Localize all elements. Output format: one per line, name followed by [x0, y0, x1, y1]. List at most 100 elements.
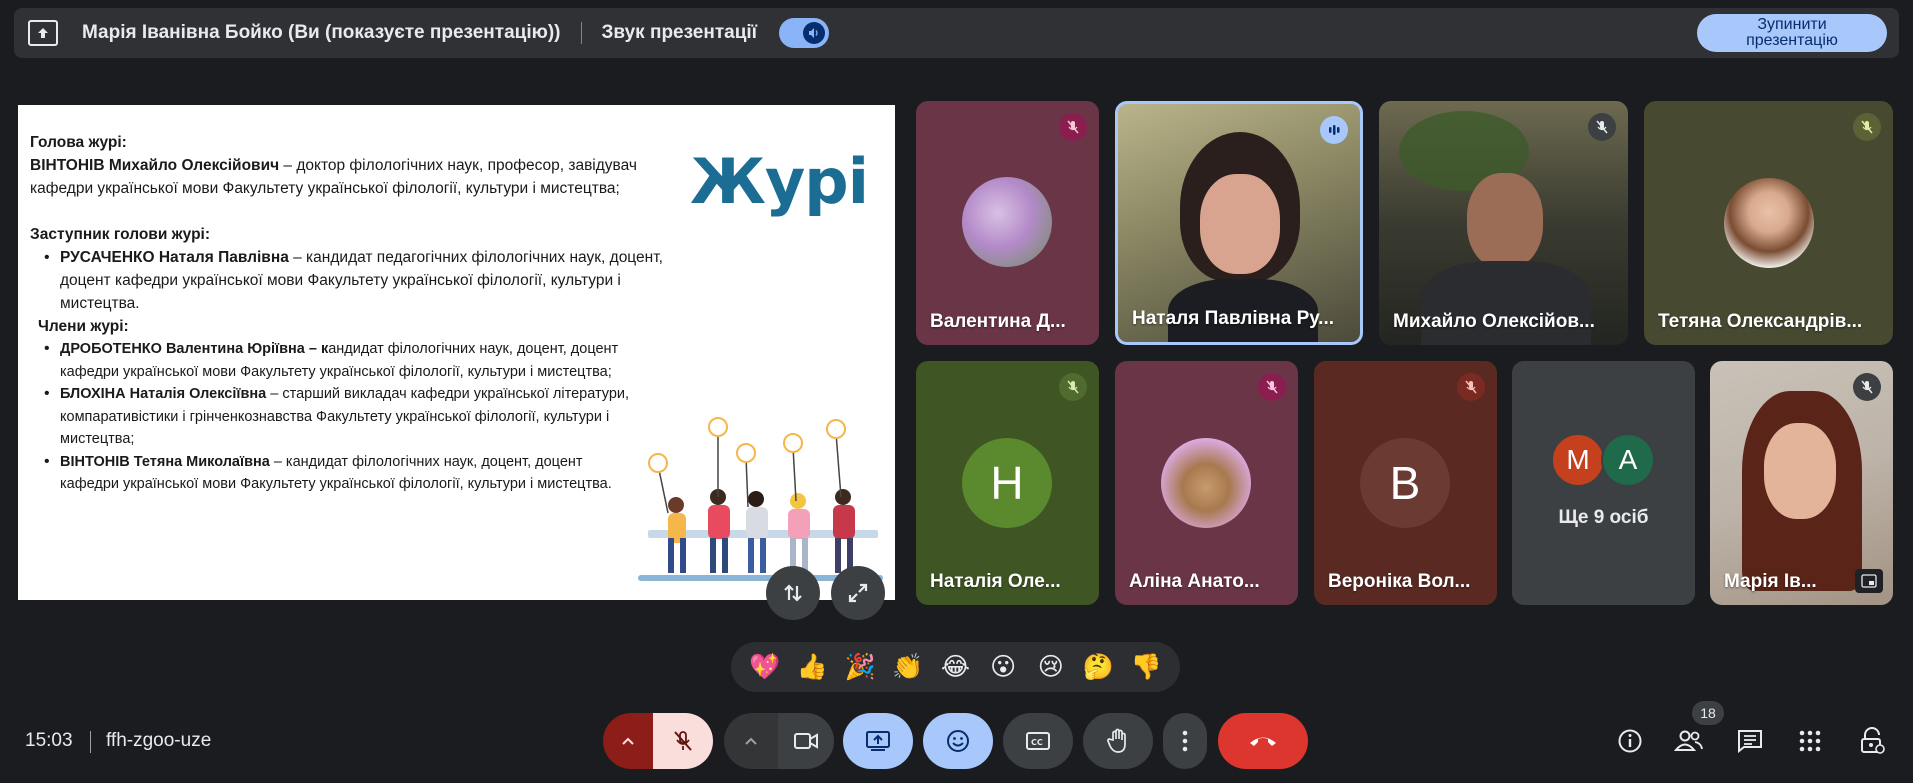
mic-off-icon	[1457, 373, 1485, 401]
member-name: ВІНТОНІВ Тетяна Миколаївна	[60, 453, 270, 470]
audio-options-button[interactable]	[603, 713, 653, 769]
meeting-code: ffh-zgoo-uze	[106, 730, 212, 751]
avatar	[962, 177, 1052, 267]
reaction-thinking[interactable]: 🤔	[1080, 653, 1116, 682]
divider	[90, 731, 91, 753]
participant-name: Наталія Оле...	[930, 571, 1061, 592]
avatar: М	[1551, 433, 1605, 487]
reaction-thumbs-down[interactable]: 👎	[1128, 653, 1164, 682]
reaction-party[interactable]: 🎉	[842, 653, 878, 682]
camera-icon	[794, 733, 818, 749]
member-name: БЛОХІНА Наталія Олексіївна	[60, 386, 267, 402]
captions-icon: CC	[1026, 732, 1050, 750]
leave-call-button[interactable]	[1218, 713, 1308, 769]
info-icon	[1618, 729, 1642, 753]
jury-illustration	[638, 417, 883, 581]
participant-tile[interactable]: Михайло Олексійов...	[1379, 101, 1628, 345]
reaction-surprised[interactable]: 😮	[985, 652, 1021, 682]
participant-tile[interactable]: Тетяна Олександрів...	[1644, 101, 1893, 345]
captions-button[interactable]: CC	[1003, 713, 1073, 769]
avatar: В	[1360, 438, 1450, 528]
deputy-item: РУСАЧЕНКО Наталя Павлівна – кандидат пед…	[30, 246, 670, 315]
audio-wave-icon	[1320, 116, 1348, 144]
presenter-name: Марія Іванівна Бойко (Ви (показуєте през…	[82, 22, 561, 43]
svg-text:CC: CC	[1031, 738, 1043, 747]
participant-tile[interactable]: Н Наталія Оле...	[916, 361, 1099, 605]
meeting-time: 15:03	[25, 730, 73, 751]
people-button[interactable]	[1672, 724, 1706, 758]
participant-tile[interactable]: Аліна Анато...	[1115, 361, 1298, 605]
deputy-label: Заступник голови журі:	[30, 226, 211, 243]
participant-tile-self[interactable]: Марія Ів...	[1710, 361, 1893, 605]
participant-name: Наталя Павлівна Ру...	[1132, 308, 1335, 329]
participants-count-badge: 18	[1692, 701, 1724, 725]
reactions-bar: 💖 👍 🎉 👏 😂 😮 😢 🤔 👎	[731, 642, 1180, 692]
reaction-sad[interactable]: 😢	[1033, 652, 1069, 682]
meeting-details-button[interactable]	[1613, 724, 1647, 758]
slide-body: Голова журі: ВІНТОНІВ Михайло Олексійови…	[30, 131, 670, 496]
video-face	[1200, 174, 1280, 274]
raise-hand-button[interactable]	[1083, 713, 1153, 769]
presentation-sound-label: Звук презентації	[601, 22, 758, 43]
reactions-button[interactable]	[923, 713, 993, 769]
swap-icon	[784, 584, 802, 602]
swap-layout-button[interactable]	[766, 566, 820, 620]
reaction-sparkling-heart[interactable]: 💖	[747, 653, 783, 682]
fullscreen-button[interactable]	[831, 566, 885, 620]
mic-off-icon	[674, 731, 692, 751]
camera-toggle-button[interactable]	[778, 713, 834, 769]
more-vert-icon	[1182, 730, 1188, 752]
head-label: Голова журі:	[30, 134, 127, 151]
members-label: Члени журі:	[38, 318, 129, 335]
chat-icon	[1738, 730, 1762, 753]
volume-icon	[803, 22, 826, 44]
divider	[580, 22, 582, 44]
participant-tile[interactable]: Валентина Д...	[916, 101, 1099, 345]
participant-name: Тетяна Олександрів...	[1658, 311, 1863, 332]
participant-name: Михайло Олексійов...	[1393, 311, 1595, 332]
emoji-icon	[947, 730, 969, 752]
activities-button[interactable]	[1793, 724, 1827, 758]
mic-toggle-button[interactable]	[653, 713, 713, 769]
stop-presenting-button[interactable]: Зупинити презентацію	[1697, 14, 1887, 52]
avatar	[1161, 438, 1251, 528]
presentation-slide: Голова журі: ВІНТОНІВ Михайло Олексійови…	[18, 105, 895, 600]
participant-tile[interactable]: В Вероніка Вол...	[1314, 361, 1497, 605]
more-options-button[interactable]	[1163, 713, 1207, 769]
reaction-clap[interactable]: 👏	[890, 653, 926, 682]
people-icon	[1674, 730, 1703, 751]
present-to-all-icon	[28, 20, 58, 46]
participant-name: Марія Ів...	[1724, 571, 1817, 592]
mic-off-icon	[1059, 113, 1087, 141]
member-name: ДРОБОТЕНКО Валентина Юріївна – к	[60, 341, 329, 357]
apps-icon	[1799, 730, 1821, 752]
present-icon	[866, 731, 890, 751]
mic-off-icon	[1853, 373, 1881, 401]
avatar	[1724, 178, 1814, 268]
picture-in-picture-icon[interactable]	[1855, 569, 1883, 593]
participant-name: Аліна Анато...	[1129, 571, 1260, 592]
mic-off-icon	[1853, 113, 1881, 141]
mic-off-icon	[1059, 373, 1087, 401]
chat-button[interactable]	[1733, 724, 1767, 758]
participant-name: Вероніка Вол...	[1328, 571, 1471, 592]
chevron-up-icon	[745, 737, 757, 745]
avatar: Н	[962, 438, 1052, 528]
reaction-laugh[interactable]: 😂	[937, 652, 973, 682]
video-options-button[interactable]	[724, 713, 778, 769]
host-controls-button[interactable]	[1855, 724, 1889, 758]
end-call-icon	[1250, 737, 1276, 746]
member-item: ДРОБОТЕНКО Валентина Юріївна – кандидат …	[30, 338, 660, 383]
others-tile[interactable]: М А Ще 9 осіб	[1512, 361, 1695, 605]
head-name: ВІНТОНІВ Михайло Олексійович	[30, 157, 280, 174]
presentation-sound-toggle[interactable]	[779, 18, 830, 48]
mic-off-icon	[1588, 113, 1616, 141]
host-controls-icon	[1861, 727, 1885, 754]
member-item: БЛОХІНА Наталія Олексіївна – старший вик…	[30, 383, 630, 451]
mic-off-icon	[1258, 373, 1286, 401]
present-button[interactable]	[843, 713, 913, 769]
reaction-thumbs-up[interactable]: 👍	[794, 653, 830, 682]
member-item: ВІНТОНІВ Тетяна Миколаївна – кандидат фі…	[30, 451, 630, 496]
video-face	[1467, 173, 1543, 269]
participant-tile-speaking[interactable]: Наталя Павлівна Ру...	[1115, 101, 1363, 345]
